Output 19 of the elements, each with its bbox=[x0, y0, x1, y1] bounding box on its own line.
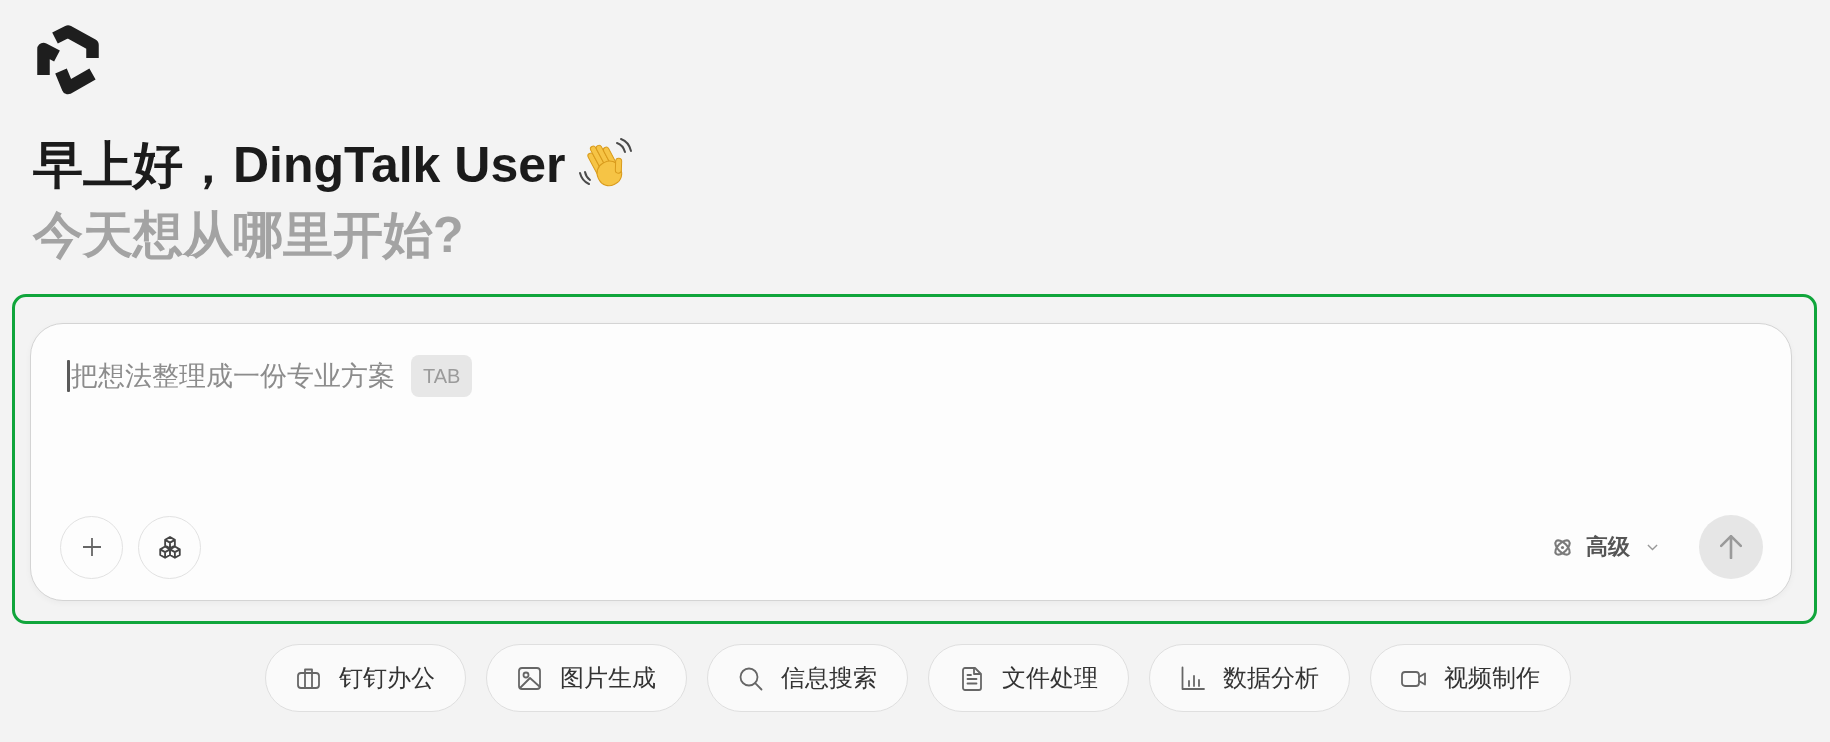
shortcut-chip[interactable]: 数据分析 bbox=[1149, 644, 1350, 712]
shortcut-chip[interactable]: 图片生成 bbox=[486, 644, 687, 712]
shortcut-key-badge: TAB bbox=[411, 355, 473, 397]
atom-icon bbox=[1552, 536, 1573, 558]
shortcut-chip[interactable]: 文件处理 bbox=[928, 644, 1129, 712]
shortcut-chip[interactable]: 视频制作 bbox=[1370, 644, 1571, 712]
cubes-icon bbox=[158, 535, 181, 559]
mode-dropdown[interactable]: 高级 bbox=[1552, 532, 1658, 562]
shortcut-chip[interactable]: 信息搜索 bbox=[707, 644, 908, 712]
bar-chart-icon bbox=[1179, 664, 1206, 692]
plus-icon bbox=[81, 537, 102, 557]
greeting-title: 早上好，DingTalk User bbox=[33, 136, 566, 195]
shortcut-chip[interactable]: 钉钉办公 bbox=[265, 644, 466, 712]
logo-icon bbox=[37, 25, 99, 95]
placeholder-text: 把想法整理成一份专业方案 bbox=[71, 360, 395, 393]
greeting-subtitle: 今天想从哪里开始? bbox=[33, 206, 464, 265]
chevron-down-icon bbox=[1647, 543, 1658, 551]
image-icon bbox=[516, 664, 543, 692]
arrow-up-icon bbox=[1720, 535, 1742, 559]
